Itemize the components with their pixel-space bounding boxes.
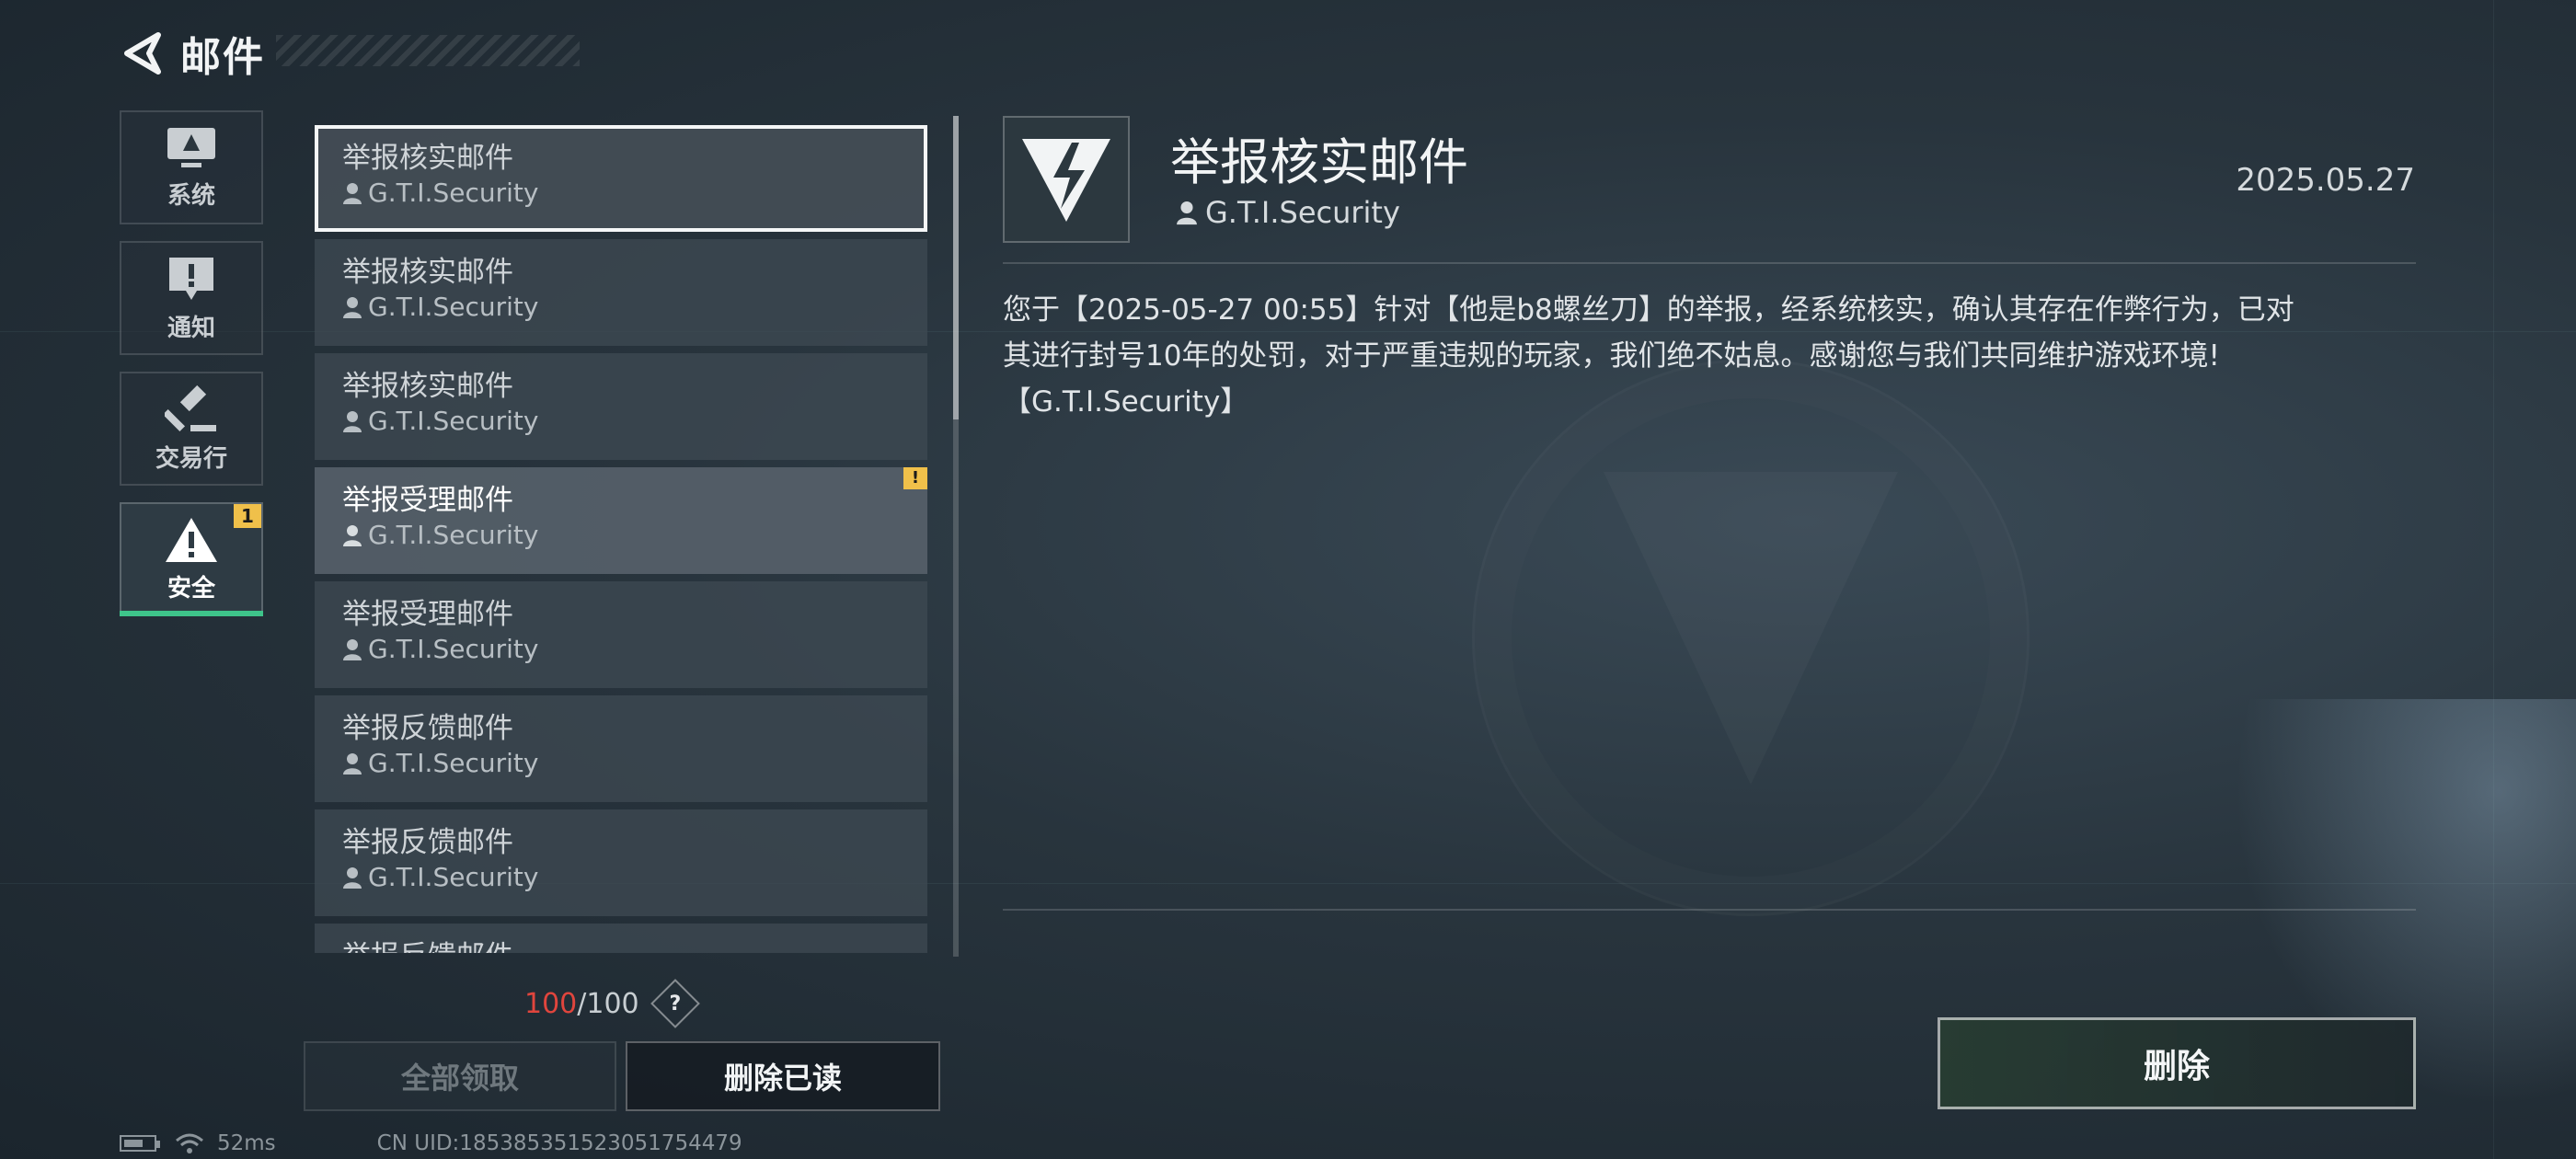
help-icon[interactable]: ? — [650, 979, 700, 1028]
title-stripe — [276, 35, 580, 66]
mail-sender: G.T.I.Security — [342, 405, 900, 438]
mail-sender: G.T.I.Security — [342, 519, 900, 552]
mail-item[interactable]: 举报核实邮件 G.T.I.Security — [315, 239, 927, 346]
mail-count-used: 100 — [524, 987, 578, 1020]
category-label: 系统 — [167, 181, 215, 210]
user-icon — [343, 411, 362, 432]
unread-badge: ! — [903, 467, 927, 489]
mail-sender: G.T.I.Security — [342, 747, 900, 780]
user-icon — [343, 639, 362, 660]
mail-item[interactable]: 举报核实邮件 G.T.I.Security — [315, 125, 927, 232]
mail-detail-sender: G.T.I.Security — [1176, 195, 1400, 230]
user-icon — [343, 183, 362, 204]
uid-text: CN UID:185385351523051754479 — [376, 1131, 742, 1155]
delete-read-button[interactable]: 删除已读 — [626, 1041, 940, 1111]
mail-item[interactable]: 举报受理邮件 G.T.I.Security — [315, 581, 927, 688]
mail-count-total: /100 — [577, 987, 639, 1020]
mail-subject: 举报核实邮件 — [342, 256, 513, 289]
mail-sender: G.T.I.Security — [342, 633, 900, 666]
wifi-icon — [176, 1133, 203, 1153]
page-title: 邮件 — [180, 34, 265, 81]
mail-item[interactable]: 举报反馈邮件 G.T.I.Security — [315, 809, 927, 916]
mail-item[interactable]: 举报反馈邮件 — [315, 924, 927, 953]
mail-detail-body: 您于【2025-05-27 00:55】针对【他是b8螺丝刀】的举报，经系统核实… — [1003, 293, 2294, 419]
category-notice[interactable]: 通知 — [120, 241, 263, 355]
monitor-icon — [167, 127, 215, 167]
mail-subject: 举报反馈邮件 — [342, 712, 513, 745]
mail-sender: G.T.I.Security — [342, 177, 900, 210]
ping-value: 52ms — [217, 1131, 276, 1155]
mail-sender: G.T.I.Security — [342, 861, 900, 894]
mail-item[interactable]: 举报反馈邮件 G.T.I.Security — [315, 695, 927, 802]
delete-button[interactable]: 删除 — [1938, 1017, 2416, 1109]
mail-subject: 举报受理邮件 — [342, 598, 513, 631]
mail-item[interactable]: 举报受理邮件 G.T.I.Security ! — [315, 467, 927, 574]
mail-sender-name: G.T.I.Security — [368, 634, 539, 664]
mail-subject: 举报核实邮件 — [342, 370, 513, 403]
mail-sender-name: G.T.I.Security — [368, 292, 539, 322]
header: 邮件 — [120, 26, 265, 81]
status-bar: 52ms CN UID:185385351523051754479 — [120, 1131, 742, 1155]
user-icon — [1177, 201, 1197, 225]
mail-sender-name: G.T.I.Security — [368, 748, 539, 778]
claim-all-button[interactable]: 全部领取 — [304, 1041, 616, 1111]
user-icon — [343, 867, 362, 889]
category-label: 安全 — [167, 574, 215, 602]
exclamation-bubble-icon — [169, 257, 213, 300]
warning-triangle-icon — [166, 517, 217, 562]
divider — [1003, 909, 2416, 911]
category-badge: 1 — [234, 504, 261, 528]
mail-sender-name: G.T.I.Security — [368, 406, 539, 436]
mail-subject: 举报核实邮件 — [342, 142, 513, 175]
background-emblem — [1472, 359, 2030, 916]
user-icon — [343, 753, 362, 775]
mail-sender-name: G.T.I.Security — [368, 520, 539, 550]
mail-counter: 100 /100 ? — [524, 979, 700, 1028]
mail-sender: G.T.I.Security — [342, 291, 900, 324]
mail-detail-title: 举报核实邮件 — [1170, 133, 1468, 191]
mail-list[interactable]: 举报核实邮件 G.T.I.Security 举报核实邮件 G.T.I.Secur… — [315, 125, 927, 953]
mail-detail-date: 2025.05.27 — [2236, 162, 2415, 199]
mail-subject: 举报反馈邮件 — [342, 938, 900, 953]
security-logo-icon — [1003, 116, 1130, 243]
user-icon — [343, 297, 362, 318]
user-icon — [343, 525, 362, 546]
gavel-icon — [165, 384, 216, 431]
mail-subject: 举报反馈邮件 — [342, 826, 513, 859]
category-label: 交易行 — [155, 444, 227, 473]
category-security[interactable]: 安全 1 — [120, 502, 263, 616]
category-trade[interactable]: 交易行 — [120, 372, 263, 486]
divider — [1003, 262, 2416, 264]
back-arrow-icon[interactable] — [120, 29, 164, 77]
mail-subject: 举报受理邮件 — [342, 484, 513, 517]
battery-icon — [120, 1135, 160, 1152]
mail-item[interactable]: 举报核实邮件 G.T.I.Security — [315, 353, 927, 460]
list-scrollbar-thumb[interactable] — [953, 116, 959, 419]
help-icon-glyph: ? — [669, 992, 682, 1016]
mail-sender-name: G.T.I.Security — [368, 178, 539, 208]
mail-sender-name: G.T.I.Security — [368, 862, 539, 892]
category-label: 通知 — [167, 314, 215, 342]
mail-detail-sender-name: G.T.I.Security — [1205, 195, 1400, 230]
category-system[interactable]: 系统 — [120, 110, 263, 224]
background-line — [2493, 0, 2494, 1159]
